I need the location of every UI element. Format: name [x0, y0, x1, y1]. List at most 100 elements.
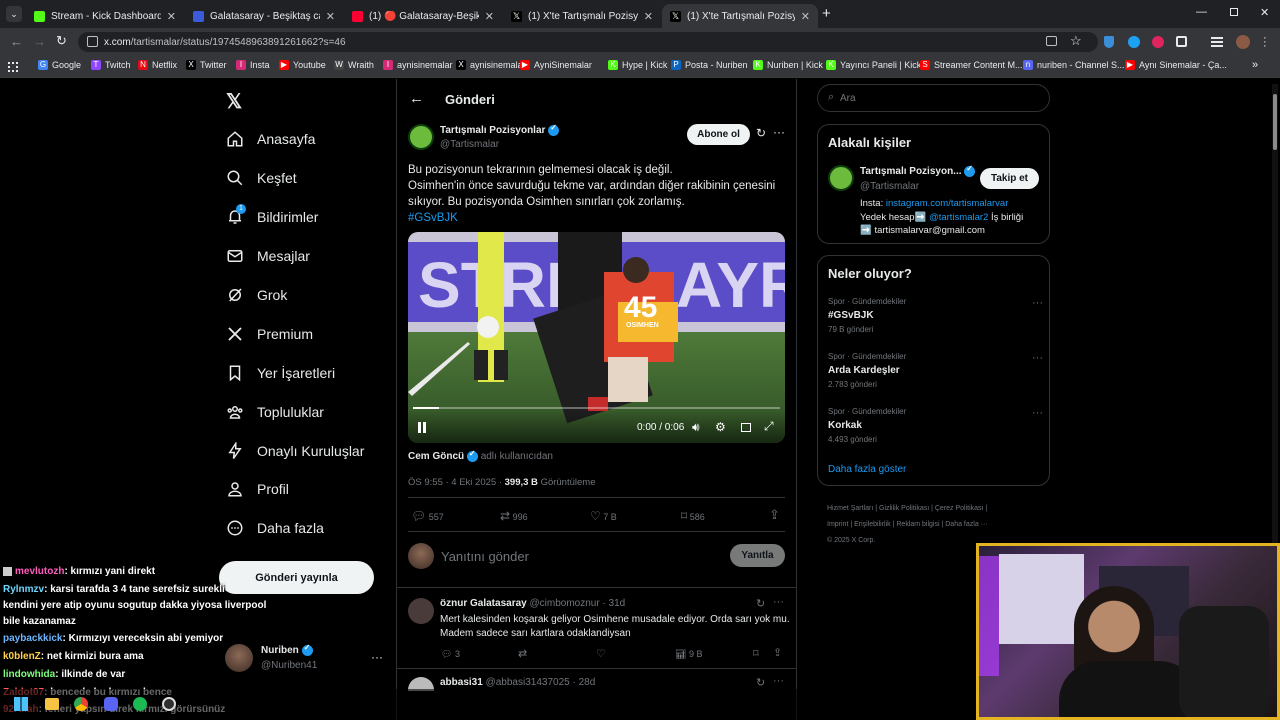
- author-avatar[interactable]: [408, 124, 434, 150]
- reply-heart-icon[interactable]: ♡: [596, 647, 606, 660]
- close-tab-icon[interactable]: ✕: [326, 10, 335, 23]
- follow-button[interactable]: Takip et: [980, 168, 1039, 189]
- install-app-icon[interactable]: [1046, 36, 1057, 46]
- trend-item[interactable]: Spor · Gündemdekiler Arda Kardeşler 2.78…: [828, 352, 1043, 389]
- bookmark-item[interactable]: P Posta - Nuriben: [671, 60, 748, 70]
- bookmark-item[interactable]: Iaynisinemalar: [383, 60, 453, 70]
- volume-icon[interactable]: 🔊︎: [692, 420, 700, 435]
- post-button[interactable]: Gönderi yayınla: [219, 561, 374, 594]
- post-timestamp[interactable]: ÖS 9:55 · 4 Eki 2025 ·: [408, 477, 502, 488]
- account-more-icon[interactable]: ···: [371, 650, 383, 664]
- nav-bookmarks[interactable]: Yer İşaretleri: [226, 364, 335, 382]
- reload-icon[interactable]: ↻: [56, 34, 67, 48]
- bookmark-item[interactable]: n nuriben - Channel S...: [1023, 60, 1125, 70]
- bio-backup-link[interactable]: @tartismalar2: [929, 212, 988, 223]
- trend-item[interactable]: Spor · Gündemdekiler Korkak 4.493 gönder…: [828, 407, 1043, 444]
- tab-live-score[interactable]: Galatasaray - Beşiktaş canlı skor ✕: [185, 4, 343, 28]
- nav-communities[interactable]: Topluluklar: [226, 403, 324, 421]
- reply-author[interactable]: abbasi31: [440, 677, 483, 688]
- minimize-window-icon[interactable]: —: [1196, 6, 1207, 18]
- extension-red-icon[interactable]: [1152, 36, 1164, 48]
- repost-stat[interactable]: ⇄ 996: [500, 509, 528, 523]
- close-tab-icon[interactable]: ✕: [644, 10, 653, 23]
- reply-comment-stat[interactable]: 💬︎ 3: [441, 649, 460, 660]
- back-icon[interactable]: ←: [10, 35, 23, 48]
- reply-button[interactable]: Yanıtla: [730, 544, 785, 567]
- footer-line-1[interactable]: Hizmet Şartları | Gizlilik Politikası | …: [827, 501, 988, 517]
- reply-author[interactable]: öznur Galatasaray: [440, 598, 527, 609]
- tab-kick-dashboard[interactable]: Stream - Kick Dashboard ✕: [26, 4, 184, 28]
- pause-icon[interactable]: [418, 422, 421, 433]
- share-icon[interactable]: ⇪: [769, 507, 780, 523]
- extension-globe-icon[interactable]: [1128, 36, 1140, 48]
- forward-icon[interactable]: →: [33, 35, 46, 48]
- windows-start-icon[interactable]: [14, 697, 28, 711]
- bookmark-item[interactable]: ▶ Aynı Sinemalar - Ça...: [1125, 60, 1227, 70]
- reply-grok-icon[interactable]: ↻: [756, 676, 765, 689]
- site-info-icon[interactable]: [87, 36, 98, 47]
- close-tab-icon[interactable]: ✕: [167, 10, 176, 23]
- reply-more-icon[interactable]: ···: [773, 596, 784, 608]
- bookmark-item[interactable]: Xaynisinemalar: [456, 60, 526, 70]
- bio-insta-link[interactable]: instagram.com/tartismalarvar: [886, 198, 1008, 209]
- tab-youtube-match[interactable]: (1) 🔴 Galatasaray-Beşiktaş Ma ✕: [344, 4, 502, 28]
- nav-premium[interactable]: Premium: [226, 325, 313, 343]
- discord-icon[interactable]: [104, 697, 118, 711]
- new-tab-icon[interactable]: +: [822, 6, 831, 21]
- tab-search-button[interactable]: ⌄: [6, 6, 22, 22]
- restore-window-icon[interactable]: [1230, 8, 1238, 16]
- reply-views-stat[interactable]: 📊︎ 9 B: [675, 649, 702, 660]
- bookmark-item[interactable]: N Netflix: [138, 60, 177, 70]
- close-tab-icon[interactable]: ✕: [801, 10, 810, 23]
- nav-verified-orgs[interactable]: Onaylı Kuruluşlar: [226, 442, 364, 460]
- reply-share-icon[interactable]: ⇪: [773, 646, 782, 659]
- bookmark-item[interactable]: W Wraith: [334, 60, 374, 70]
- video-player[interactable]: STREA AYR 45 OSIMHEN 0:00 / 0:06 🔊︎ ⚙ ⤢: [408, 232, 785, 443]
- bookmark-item[interactable]: K Hype | Kick: [608, 60, 667, 70]
- extensions-puzzle-icon[interactable]: [1176, 36, 1187, 47]
- address-bar[interactable]: x.com/tartismalar/status/197454896389126…: [78, 32, 1098, 52]
- author-handle[interactable]: @Tartismalar: [440, 139, 499, 150]
- nav-profile[interactable]: Profil: [226, 480, 289, 498]
- trend-more-icon[interactable]: ···: [1032, 407, 1043, 419]
- trend-item[interactable]: Spor · Gündemdekiler #GSvBJK 79 B gönder…: [828, 297, 1043, 334]
- more-bookmarks-icon[interactable]: »: [1252, 59, 1258, 71]
- footer-line-2[interactable]: Imprint | Erişilebilirlik | Reklam bilgi…: [827, 517, 988, 533]
- nav-home[interactable]: Anasayfa: [226, 130, 315, 148]
- obs-icon[interactable]: [162, 697, 176, 711]
- scrollbar-thumb[interactable]: [1273, 94, 1277, 150]
- grok-explain-icon[interactable]: ↻: [756, 126, 766, 140]
- extension-shield-icon[interactable]: [1104, 36, 1114, 48]
- account-switcher[interactable]: Nuriben @Nuriben41 ···: [225, 643, 385, 674]
- close-window-icon[interactable]: ✕: [1260, 6, 1269, 19]
- settings-gear-icon[interactable]: ⚙: [715, 420, 726, 434]
- nav-more[interactable]: Daha fazla: [226, 519, 324, 537]
- x-logo-icon[interactable]: 𝕏: [226, 89, 242, 114]
- tab-x-post-1[interactable]: 𝕏 (1) X'te Tartışmalı Pozisyonlar: " ✕: [503, 4, 661, 28]
- reply-more-icon[interactable]: ···: [773, 675, 784, 687]
- nav-messages[interactable]: Mesajlar: [226, 247, 310, 265]
- picture-in-picture-icon[interactable]: [741, 423, 751, 432]
- chrome-icon[interactable]: [74, 697, 88, 711]
- bookmark-stat[interactable]: ⌑ 586: [681, 509, 705, 523]
- reply-stat[interactable]: 💬︎ 557: [411, 509, 444, 523]
- bookmark-item[interactable]: K Yayıncı Paneli | Kick: [826, 60, 921, 70]
- bookmark-item[interactable]: I Insta: [236, 60, 270, 70]
- bookmark-item[interactable]: ▶ Youtube: [279, 60, 326, 70]
- list-item[interactable]: öznur Galatasaray @cimbomoznur · 31d ↻ ·…: [397, 588, 796, 668]
- tab-x-post-active[interactable]: 𝕏 (1) X'te Tartışmalı Pozisyonlar: " ✕: [662, 4, 818, 28]
- reply-repost-icon[interactable]: ⇄: [518, 647, 527, 660]
- file-explorer-icon[interactable]: [45, 698, 59, 710]
- like-stat[interactable]: ♡ 7 B: [590, 509, 617, 523]
- reply-bookmark-icon[interactable]: ⌑: [753, 647, 759, 660]
- nav-grok[interactable]: Grok: [226, 286, 287, 304]
- search-input[interactable]: ⌕ Ara: [817, 84, 1050, 112]
- reply-input[interactable]: Yanıtını gönder: [441, 549, 721, 564]
- trend-more-icon[interactable]: ···: [1032, 352, 1043, 364]
- bookmark-item[interactable]: K Nuriben | Kick: [753, 60, 823, 70]
- show-more-link[interactable]: Daha fazla göster: [828, 464, 906, 475]
- bookmark-item[interactable]: T Twitch: [91, 60, 131, 70]
- back-arrow-icon[interactable]: ←: [409, 90, 424, 107]
- profile-avatar-icon[interactable]: [1236, 35, 1250, 49]
- bookmark-star-icon[interactable]: ☆: [1070, 33, 1082, 49]
